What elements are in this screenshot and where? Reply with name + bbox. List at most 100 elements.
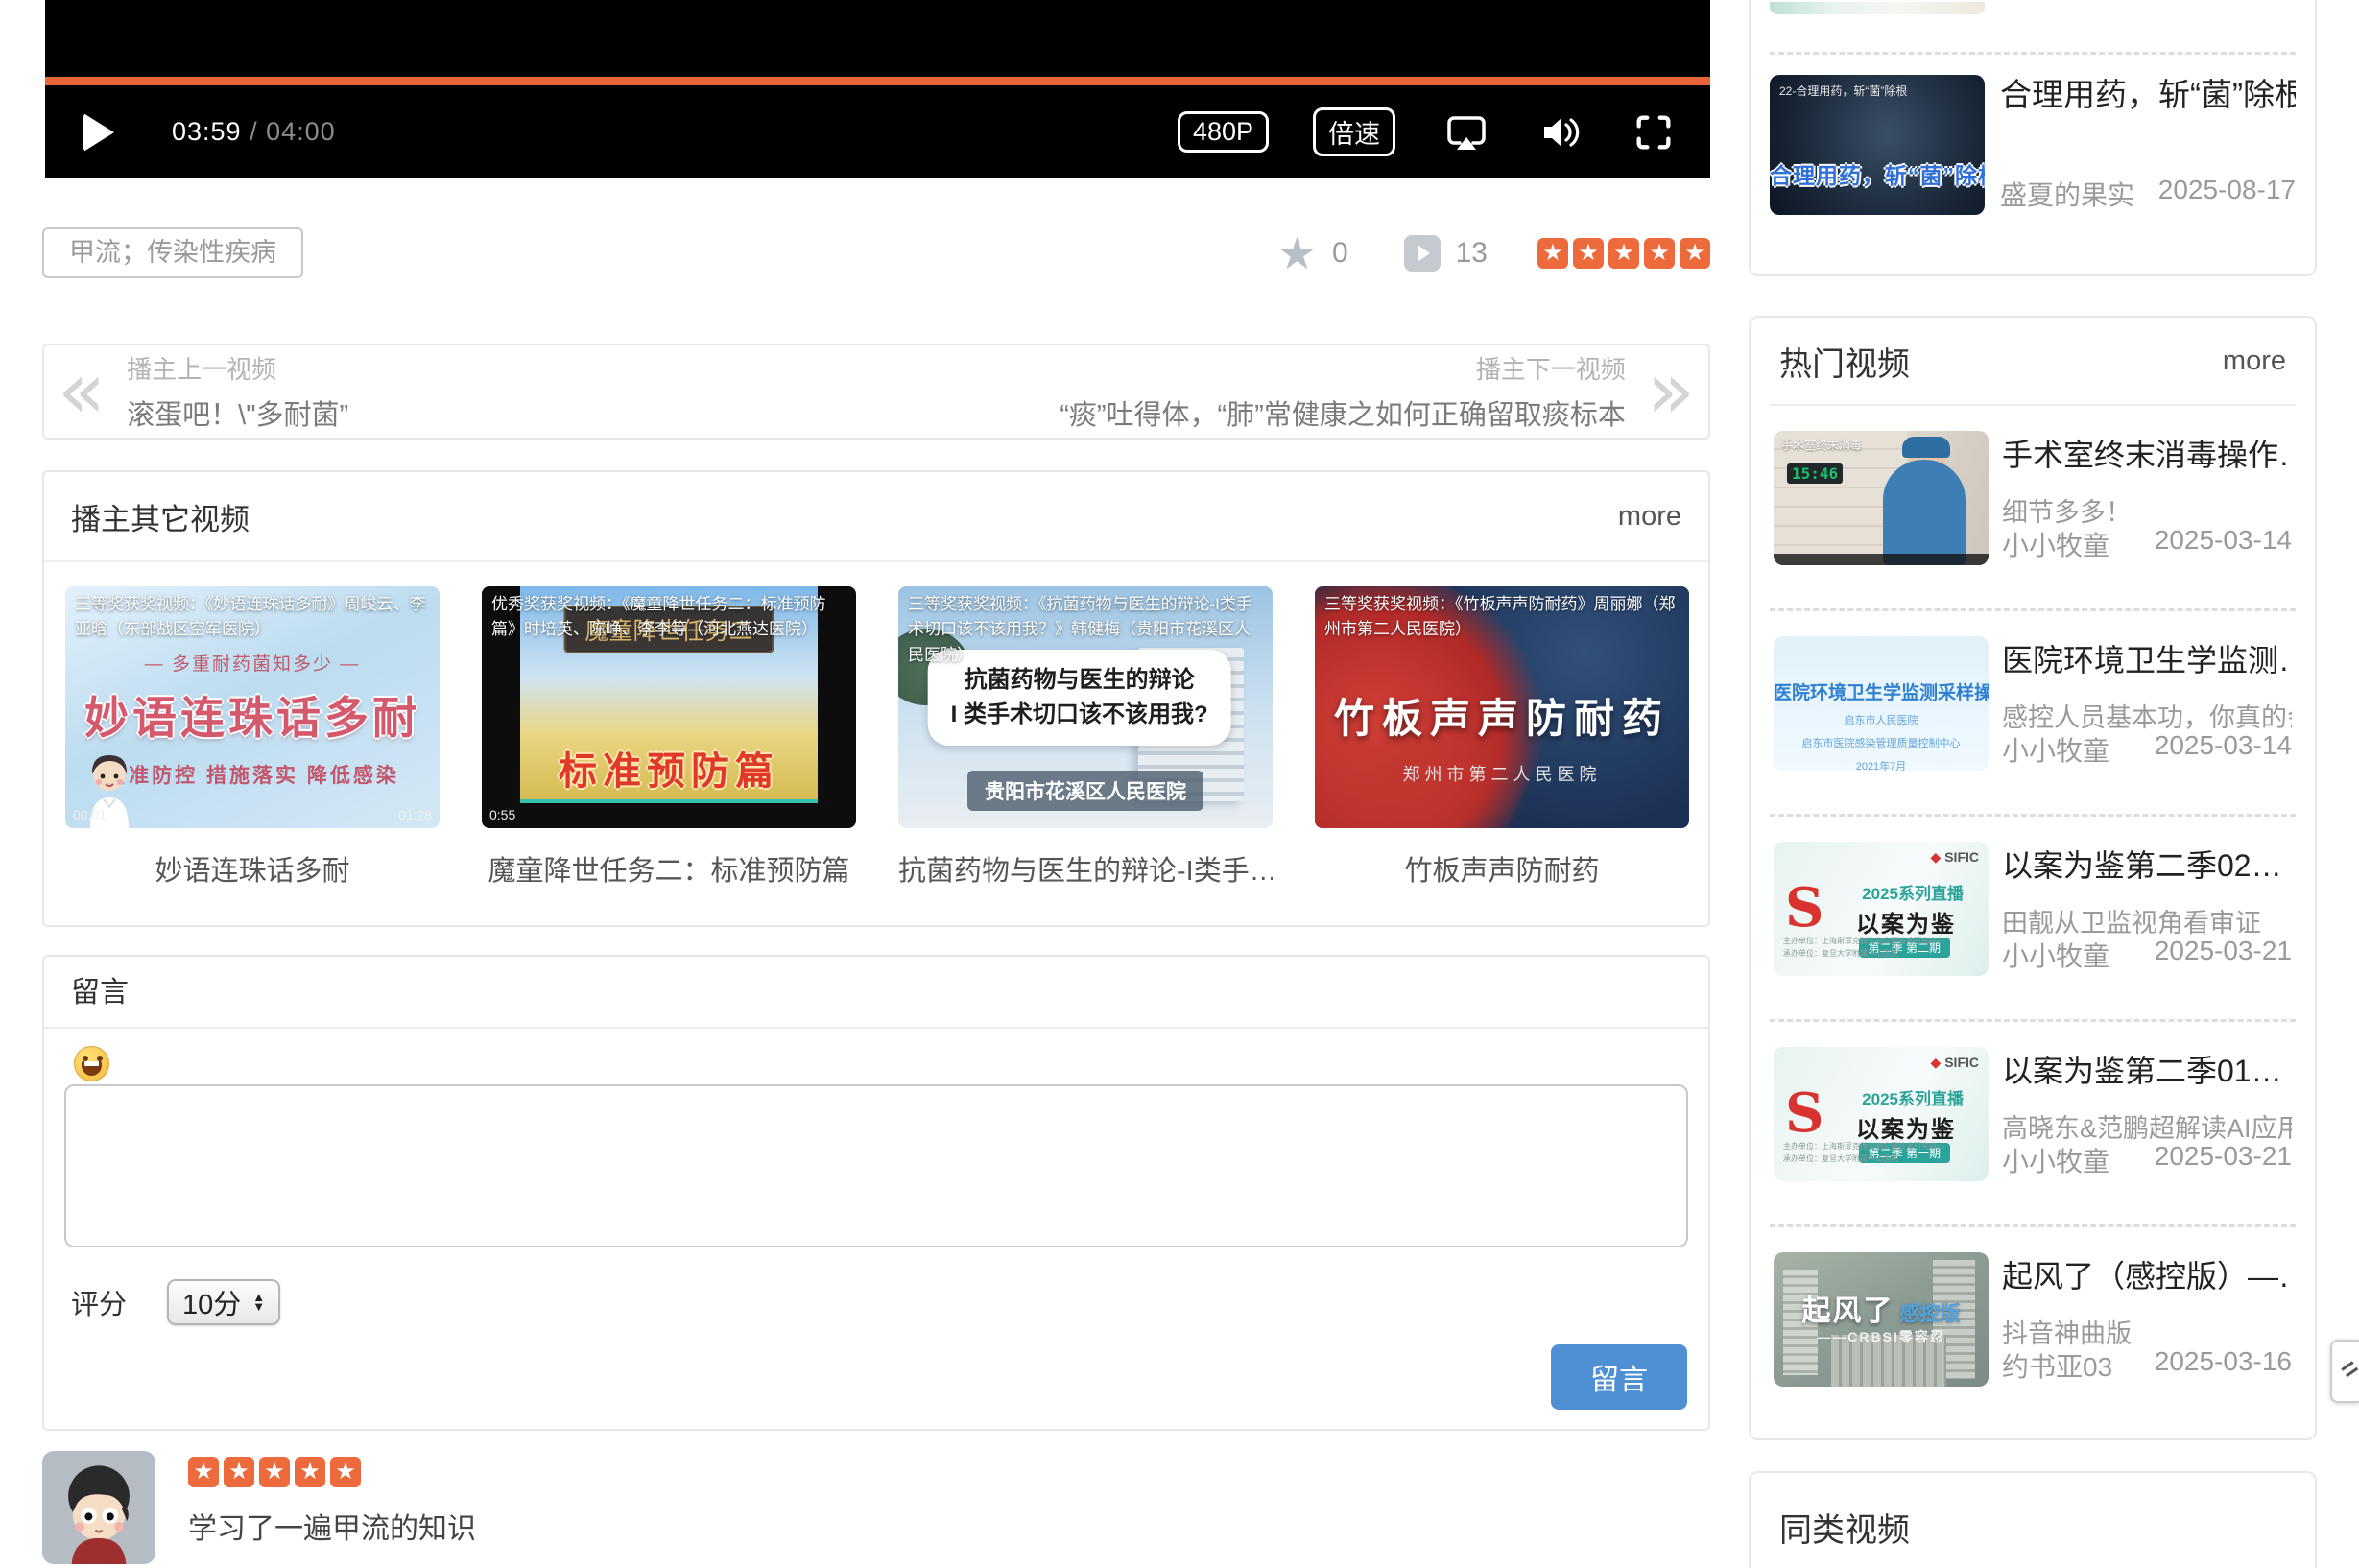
rating-select[interactable]: 10分 ▲▼: [167, 1279, 280, 1325]
video-thumbnail[interactable]: 医院环境卫生学监测采样操作 启东市人民医院 启东市医院感染管理质量控制中心 20…: [1774, 636, 1989, 771]
video-card-title[interactable]: 竹板声声防耐药: [1315, 848, 1689, 889]
next-video-link[interactable]: 播主下一视频 “痰”吐得体，“肺”常健康之如何正确留取痰标本 »: [1060, 350, 1695, 433]
video-card-title[interactable]: 抗菌药物与医生的辩论-I类手…: [898, 848, 1273, 889]
video-thumbnail[interactable]: S ◆ SIFIC 2025系列直播 以案为鉴 第二季 第一期 主办单位：上海斯…: [1774, 1047, 1989, 1181]
submit-comment-button[interactable]: 留言: [1551, 1344, 1687, 1410]
thumb-organizer-lines: 主办单位：上海斯菲克微生物应用技术研究中心 承办单位：复旦大学附属中山医院: [1783, 1140, 1944, 1166]
sific-s-logo: S: [1785, 876, 1823, 939]
play-count: 13: [1456, 237, 1488, 270]
video-rating-stars[interactable]: ★ ★ ★ ★ ★: [1537, 238, 1710, 269]
hot-video-item[interactable]: 手术室终末消毒 15:46 手术室终末消毒操作… 细节多多！ 小小牧童 2025…: [1770, 406, 2296, 608]
recommend-title[interactable]: 合理用药，斩“菌”除根: [2000, 75, 2296, 114]
comment-text: 学习了一遍甲流的知识: [188, 1505, 476, 1547]
hot-video-title[interactable]: 以案为鉴第二季01…: [2002, 1047, 2292, 1091]
star-icon[interactable]: ★: [1644, 238, 1675, 269]
hot-video-subtitle: 细节多多！: [2002, 491, 2292, 529]
date: 2025-03-14: [2155, 525, 2292, 563]
play-button[interactable]: [83, 113, 114, 152]
nurse-figure-art: [1883, 460, 1966, 565]
thumb-caption: 22-合理用药，斩“菌”除根: [1779, 83, 1907, 99]
player-progress-bar[interactable]: [45, 77, 1710, 85]
prev-video-link[interactable]: « 播主上一视频 滚蛋吧！\"多耐菌”: [58, 350, 348, 433]
thumb-caption: 手术室终末消毒: [1781, 437, 1862, 453]
other-video-card[interactable]: 三等奖获奖视频：《竹板声声防耐药》周丽娜（郑州市第二人民医院） 竹板声声防耐药 …: [1315, 586, 1689, 889]
video-thumbnail[interactable]: 手术室终末消毒 15:46: [1774, 431, 1989, 565]
favorite-star-icon[interactable]: ★: [1277, 234, 1317, 273]
thumb-hospital-label: 贵阳市花溪区人民医院: [967, 771, 1203, 811]
video-thumbnail[interactable]: 三等奖获奖视频：《妙语连珠话多耐》周峻云、李亚晗（东部战区空军医院） — 多重耐…: [65, 586, 440, 828]
thumb-player-bar: [1774, 554, 1989, 565]
video-card-title[interactable]: 妙语连珠话多耐: [65, 848, 440, 889]
video-player[interactable]: 03:59 / 04:00 480P 倍速: [45, 0, 1710, 178]
other-videos-section: 播主其它视频 more 三等奖获奖视频：《妙语连珠话多耐》周峻云、李亚晗（东部战…: [42, 470, 1710, 927]
hot-video-item[interactable]: 医院环境卫生学监测采样操作 启东市人民医院 启东市医院感染管理质量控制中心 20…: [1770, 608, 2296, 814]
hot-video-title[interactable]: 起风了（感控版）—…: [2002, 1252, 2292, 1296]
other-videos-title: 播主其它视频: [71, 495, 250, 538]
video-thumbnail[interactable]: 三等奖获奖视频：《竹板声声防耐药》周丽娜（郑州市第二人民医院） 竹板声声防耐药 …: [1315, 586, 1689, 828]
comment-textarea[interactable]: [64, 1084, 1688, 1247]
recommend-item[interactable]: 22-合理用药，斩“菌”除根 合理用药，斩“菌”除根 合理用药，斩“菌”除根 盛…: [1770, 75, 2296, 215]
rating-label: 评分: [71, 1282, 127, 1322]
thumb-main-title: 以案为鉴: [1856, 905, 1956, 938]
other-video-card[interactable]: 魔童降世任务二 优秀奖获奖视频：《魔童降世任务二：标准预防篇》时培英、陈峥、李李…: [482, 586, 856, 889]
cut-thumbnail-sliver: [1770, 2, 1985, 14]
hot-video-title[interactable]: 手术室终末消毒操作…: [2002, 431, 2292, 475]
video-thumbnail[interactable]: 22-合理用药，斩“菌”除根 合理用药，斩“菌”除根: [1770, 75, 1985, 215]
other-video-card[interactable]: 三等奖获奖视频：《妙语连珠话多耐》周峻云、李亚晗（东部战区空军医院） — 多重耐…: [65, 586, 440, 889]
thumb-time-start: 00:01: [73, 807, 107, 822]
player-controls: 03:59 / 04:00 480P 倍速: [45, 85, 1710, 178]
airplay-icon[interactable]: [1443, 109, 1489, 155]
thumb-line-1: 启东市人民医院: [1774, 712, 1989, 727]
star-icon: ★: [224, 1457, 254, 1487]
video-thumbnail[interactable]: 三等奖获奖视频：《抗菌药物与医生的辩论-I类手术切口该不该用我？》韩健梅（贵阳市…: [898, 586, 1273, 828]
select-stepper-icon: ▲▼: [252, 1293, 265, 1312]
author: 小小牧童: [2002, 1141, 2109, 1179]
star-icon[interactable]: ★: [1680, 238, 1710, 269]
other-videos-header: 播主其它视频 more: [44, 472, 1708, 562]
volume-icon[interactable]: [1537, 109, 1584, 155]
hot-video-title[interactable]: 医院环境卫生学监测…: [2002, 636, 2292, 680]
thumb-overlay-caption: 三等奖获奖视频：《抗菌药物与医生的辩论-I类手术切口该不该用我？》韩健梅（贵阳市…: [908, 592, 1263, 668]
star-icon[interactable]: ★: [1573, 238, 1604, 269]
next-video-label: 播主下一视频: [1060, 350, 1626, 386]
hot-video-item[interactable]: 起风了感控版 ——CRBSI零容忍 起风了（感控版）—… 抖音神曲版 约书亚03…: [1770, 1224, 2296, 1430]
hot-video-item[interactable]: S ◆ SIFIC 2025系列直播 以案为鉴 第二季 第一期 主办单位：上海斯…: [1770, 1019, 2296, 1224]
similar-videos-box: 同类视频: [1749, 1471, 2317, 1568]
other-videos-more-link[interactable]: more: [1618, 501, 1681, 533]
hot-video-meta: 小小牧童 2025-03-21: [2002, 1141, 2292, 1179]
video-thumbnail[interactable]: 起风了感控版 ——CRBSI零容忍: [1774, 1252, 1989, 1387]
comment-entry: ★ ★ ★ ★ ★ 学习了一遍甲流的知识: [42, 1451, 476, 1564]
dashed-divider: [1770, 52, 2296, 55]
thumb-main-title: 合理用药，斩“菌”除根: [1770, 157, 1985, 190]
hot-video-subtitle: 田靓从卫监视角看审证: [2002, 902, 2292, 939]
sific-logo: ◆ SIFIC: [1931, 1055, 1979, 1071]
thumb-main-title: 竹板声声防耐药: [1315, 686, 1689, 745]
star-icon[interactable]: ★: [1608, 238, 1639, 269]
date: 2025-08-17: [2158, 175, 2296, 213]
comment-section-title: 留言: [44, 957, 1708, 1029]
hot-video-meta: 小小牧童 2025-03-21: [2002, 936, 2292, 974]
speed-button[interactable]: 倍速: [1313, 107, 1395, 156]
fullscreen-icon[interactable]: [1632, 110, 1676, 154]
video-thumbnail[interactable]: S ◆ SIFIC 2025系列直播 以案为鉴 第二季 第二期 主办单位：上海斯…: [1774, 842, 1989, 976]
hot-video-meta: 小小牧童 2025-03-14: [2002, 525, 2292, 563]
thumb-main-title: 医院环境卫生学监测采样操作: [1774, 678, 1989, 704]
video-thumbnail[interactable]: 魔童降世任务二 优秀奖获奖视频：《魔童降世任务二：标准预防篇》时培英、陈峥、李李…: [482, 586, 856, 828]
hot-video-item[interactable]: S ◆ SIFIC 2025系列直播 以案为鉴 第二季 第二期 主办单位：上海斯…: [1770, 814, 2296, 1019]
hot-video-title[interactable]: 以案为鉴第二季02…: [2002, 842, 2292, 886]
thumb-time: 0:55: [489, 807, 515, 822]
star-icon[interactable]: ★: [1537, 238, 1568, 269]
quality-button[interactable]: 480P: [1178, 111, 1269, 153]
prev-video-label: 播主上一视频: [127, 350, 348, 386]
scroll-top-button[interactable]: [2330, 1340, 2359, 1403]
rating-select-value: 10分: [182, 1282, 241, 1322]
hot-videos-more-link[interactable]: more: [2223, 345, 2286, 377]
hot-video-info: 起风了（感控版）—… 抖音神曲版 约书亚03 2025-03-16: [2002, 1252, 2292, 1387]
player-right-controls: 480P 倍速: [1178, 107, 1676, 156]
video-tag[interactable]: 甲流；传染性疾病: [42, 227, 303, 278]
other-video-card[interactable]: 三等奖获奖视频：《抗菌药物与医生的辩论-I类手术切口该不该用我？》韩健梅（贵阳市…: [898, 586, 1273, 889]
prev-video-title: 滚蛋吧！\"多耐菌”: [127, 392, 348, 433]
hot-videos-title: 热门视频: [1779, 338, 1910, 385]
emoji-picker-icon[interactable]: [74, 1046, 109, 1081]
video-card-title[interactable]: 魔童降世任务二：标准预防篇: [482, 848, 856, 889]
